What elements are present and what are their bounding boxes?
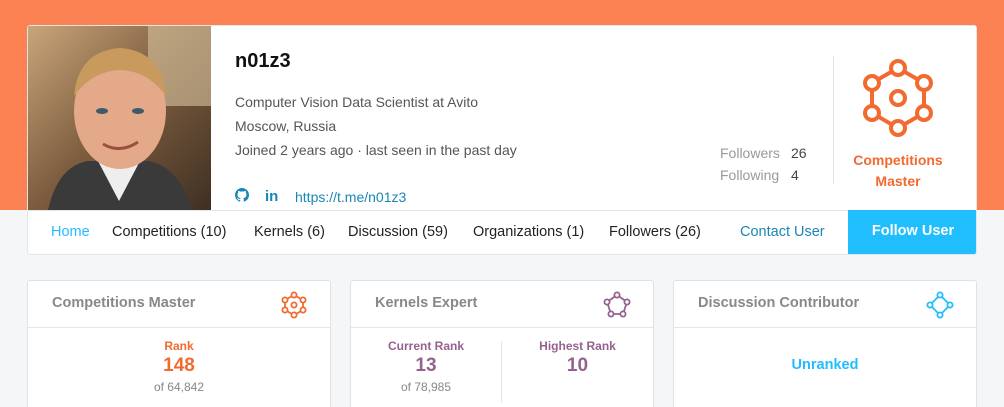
competitions-master-icon (281, 291, 307, 319)
panel-header: Competitions Master (28, 281, 330, 328)
follow-stats: Followers 26 Following 4 (720, 142, 807, 186)
tier-badge: Competitions Master (838, 58, 958, 192)
bio: Computer Vision Data Scientist at Avito (235, 94, 479, 110)
followers-label[interactable]: Followers (720, 142, 791, 164)
social-links: in https://t.me/n01z3 (235, 188, 406, 205)
rank-total: of 64,842 (153, 380, 205, 394)
discussion-status: Unranked (674, 357, 976, 373)
divider (833, 56, 834, 184)
followers-count[interactable]: 26 (791, 145, 807, 161)
follow-user-button[interactable]: Follow User (848, 210, 976, 254)
tab-competitions[interactable]: Competitions (10) (112, 211, 226, 254)
github-icon[interactable] (235, 188, 265, 205)
panel-header: Kernels Expert (351, 281, 653, 328)
username: n01z3 (235, 50, 291, 72)
tab-discussion[interactable]: Discussion (59) (348, 211, 448, 254)
highest-rank-stat: Highest Rank 10 (502, 338, 653, 378)
avatar (28, 26, 211, 210)
panel-header: Discussion Contributor (674, 281, 976, 328)
current-rank-total: of 78,985 (400, 380, 452, 394)
current-rank-stat: Current Rank 13 of 78,985 (351, 338, 501, 396)
profile-nav: Home Competitions (10) Kernels (6) Discu… (28, 210, 976, 254)
panel-title[interactable]: Kernels Expert (375, 295, 477, 311)
current-rank-label: Current Rank (387, 339, 464, 353)
profile-info: n01z3 Computer Vision Data Scientist at … (235, 48, 517, 205)
profile-link[interactable]: https://t.me/n01z3 (295, 189, 406, 205)
profile-card: n01z3 Computer Vision Data Scientist at … (27, 25, 977, 255)
contact-user-link[interactable]: Contact User (740, 211, 825, 253)
tab-organizations[interactable]: Organizations (1) (473, 211, 584, 254)
tab-followers[interactable]: Followers (26) (609, 211, 701, 254)
joined-text: Joined 2 years ago · last seen in the pa… (235, 142, 517, 158)
linkedin-icon[interactable]: in (265, 188, 295, 205)
unranked-label: Unranked (791, 357, 859, 373)
rank-label: Rank (164, 339, 194, 353)
rank-stat: Rank 148 of 64,842 (28, 338, 330, 396)
tab-kernels[interactable]: Kernels (6) (254, 211, 325, 254)
discussion-panel: Discussion Contributor Unranked (673, 280, 977, 407)
kernels-panel: Kernels Expert Current Rank 13 of 78,985… (350, 280, 654, 407)
highest-rank-label: Highest Rank (539, 339, 616, 353)
location: Moscow, Russia (235, 118, 337, 134)
panel-title[interactable]: Discussion Contributor (698, 295, 859, 311)
discussion-contributor-icon (926, 291, 954, 319)
rank-value: 148 (163, 355, 195, 376)
competitions-master-icon (863, 59, 933, 137)
tier-label: Competitions Master (853, 152, 943, 189)
competitions-panel: Competitions Master Rank 148 of 64,842 (27, 280, 331, 407)
following-label[interactable]: Following (720, 164, 791, 186)
kernels-expert-icon (603, 291, 631, 318)
tab-home[interactable]: Home (49, 211, 92, 254)
current-rank-value: 13 (415, 355, 437, 376)
following-count[interactable]: 4 (791, 167, 799, 183)
panel-title[interactable]: Competitions Master (52, 295, 195, 311)
highest-rank-value: 10 (566, 355, 589, 376)
